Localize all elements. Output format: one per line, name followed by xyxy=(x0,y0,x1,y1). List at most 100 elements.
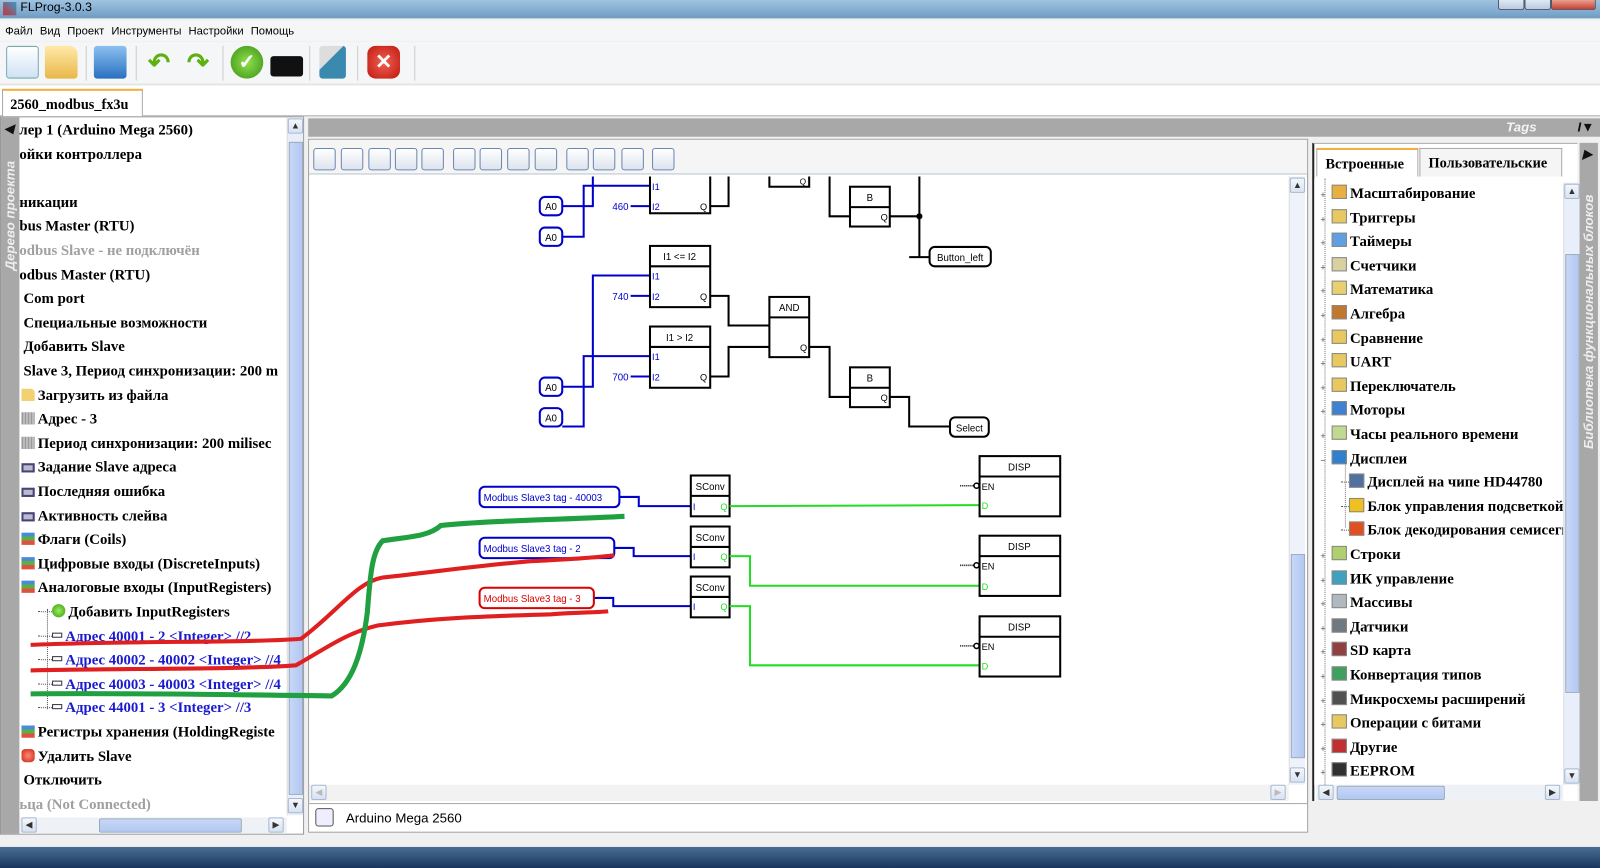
insert-block-icon[interactable] xyxy=(313,147,336,171)
tree-item[interactable]: Цифровые входы (DiscreteInputs) xyxy=(21,553,260,575)
tree-item[interactable]: odbus Slave - не подключён xyxy=(19,240,199,262)
board-right-icon[interactable] xyxy=(621,147,644,171)
delete-board-icon[interactable] xyxy=(421,147,444,171)
scroll-down-button[interactable]: ▼ xyxy=(1289,767,1306,783)
library-item[interactable]: + Алгебра xyxy=(1320,303,1405,325)
scroll-right-button[interactable]: ▶ xyxy=(1544,784,1561,800)
tree-item[interactable]: Период синхронизации: 200 milisec xyxy=(21,432,271,454)
tree-item[interactable]: Активность слейва xyxy=(21,505,167,527)
project-tree-strip[interactable]: ◀ Дерево проекта xyxy=(1,117,20,834)
scroll-thumb[interactable] xyxy=(1336,785,1445,800)
scroll-right-button[interactable]: ▶ xyxy=(1270,784,1286,800)
menu-item[interactable]: Проект xyxy=(67,26,104,38)
library-item[interactable]: + Операции с битами xyxy=(1320,712,1481,734)
undo-icon[interactable]: ↶ xyxy=(143,46,176,79)
move-down-icon[interactable] xyxy=(394,147,418,171)
project-tree-hscrollbar[interactable]: ◀ ▶ xyxy=(19,817,287,834)
library-item[interactable]: + Микросхемы расширений xyxy=(1320,688,1526,710)
delete-icon[interactable] xyxy=(534,147,558,171)
scroll-thumb[interactable] xyxy=(1290,554,1306,759)
scroll-up-button[interactable]: ▲ xyxy=(1564,183,1580,199)
tags-pin-button[interactable]: I▼ xyxy=(1578,119,1595,134)
tree-item[interactable]: Последняя ошибка xyxy=(21,481,165,503)
tree-item[interactable]: Адрес 40001 - 2 <Integer> //2 xyxy=(37,625,251,647)
tags-bar[interactable]: Tags I▼ xyxy=(308,118,1600,137)
menu-item[interactable]: Файл xyxy=(5,26,33,38)
minimize-button[interactable] xyxy=(1497,0,1525,11)
tree-item[interactable]: Удалить Slave xyxy=(21,745,132,767)
tab-builtin[interactable]: Встроенные xyxy=(1316,147,1419,177)
tree-item[interactable]: Добавить InputRegisters xyxy=(37,601,230,623)
save-icon[interactable] xyxy=(93,45,127,79)
scroll-thumb[interactable] xyxy=(1565,254,1580,693)
paste-icon[interactable] xyxy=(507,147,530,171)
stop-icon[interactable]: ✕ xyxy=(367,45,400,79)
tree-item[interactable]: Адрес 40002 - 40002 <Integer> //4 xyxy=(37,649,281,671)
scroll-thumb[interactable] xyxy=(98,818,242,833)
maximize-button[interactable] xyxy=(1524,0,1552,11)
menu-item[interactable]: Инструменты xyxy=(111,26,181,38)
diagram-canvas[interactable]: A0 A0 A0 A0 460 740 700 I1 I2 Q I1 <= I2 I1 I2 Q I1 > … xyxy=(309,176,1289,785)
library-item[interactable]: Блок управления подсветкой xyxy=(1340,496,1563,518)
collapse-arrow-icon[interactable]: ◀ xyxy=(4,121,13,135)
menu-item[interactable]: Вид xyxy=(40,26,60,38)
new-file-icon[interactable] xyxy=(6,45,39,79)
tree-item[interactable]: Регистры хранения (HoldingRegiste xyxy=(21,721,275,743)
scroll-right-button[interactable]: ▶ xyxy=(268,817,284,833)
tree-item[interactable]: Адрес - 3 xyxy=(21,408,97,430)
library-item[interactable]: + EEPROM xyxy=(1320,761,1415,783)
tree-item[interactable]: лер 1 (Arduino Mega 2560) xyxy=(19,119,193,141)
expand-arrow-icon[interactable]: ▶ xyxy=(1583,147,1592,161)
function-block-diagram[interactable]: A0A0A0A0460740700I1I2 QI1 <= I2I1I2 QI1 > … xyxy=(309,176,1289,785)
library-item[interactable]: + Массивы xyxy=(1320,592,1413,614)
upload-to-controller-icon[interactable] xyxy=(270,56,304,77)
tree-item[interactable]: Адрес 44001 - 3 <Integer> //3 xyxy=(37,697,251,719)
open-folder-icon[interactable] xyxy=(44,45,78,79)
tree-item[interactable]: Специальные возможности xyxy=(23,312,207,334)
scroll-left-button[interactable]: ◀ xyxy=(1318,784,1334,800)
library-item[interactable]: + Сравнение xyxy=(1320,327,1423,349)
canvas-hscrollbar[interactable]: ◀ ▶ xyxy=(309,784,1289,802)
project-tree-vscrollbar[interactable]: ▲ ▼ xyxy=(286,117,304,816)
tree-icon[interactable] xyxy=(652,147,675,171)
tree-item[interactable]: Аналоговые входы (InputRegisters) xyxy=(21,577,271,599)
block-library-strip[interactable]: ▶ Библиотека функциональных блоков xyxy=(1579,142,1598,802)
redo-icon[interactable]: ↷ xyxy=(182,46,215,79)
library-item[interactable]: + Конвертация типов xyxy=(1320,664,1481,686)
tree-item[interactable]: Загрузить из файла xyxy=(21,384,168,406)
tree-item[interactable]: Адрес 40003 - 40003 <Integer> //4 xyxy=(37,673,281,695)
tree-item[interactable]: odbus Master (RTU) xyxy=(19,264,150,286)
tree-item[interactable]: Slave 3, Период синхронизации: 200 m xyxy=(23,360,278,382)
scroll-down-button[interactable]: ▼ xyxy=(1564,768,1580,784)
tab-user[interactable]: Пользовательские xyxy=(1419,147,1563,177)
library-hscrollbar[interactable]: ◀ ▶ xyxy=(1316,784,1564,802)
library-item[interactable]: + Другие xyxy=(1320,737,1397,759)
scroll-up-button[interactable]: ▲ xyxy=(1289,177,1306,193)
tab-2560-modbus-fx3u[interactable]: 2560_modbus_fx3u xyxy=(2,88,143,117)
library-item[interactable]: + Масштабирование xyxy=(1320,183,1475,205)
library-item[interactable]: + Моторы xyxy=(1320,399,1405,421)
library-item[interactable]: + Часы реального времени xyxy=(1320,423,1518,445)
copy-icon[interactable] xyxy=(453,147,476,171)
board-remove-icon[interactable] xyxy=(592,147,616,171)
cut-icon[interactable] xyxy=(479,147,503,171)
board-left-icon[interactable] xyxy=(566,147,589,171)
canvas-vscrollbar[interactable]: ▲ ▼ xyxy=(1288,176,1306,785)
library-item[interactable]: + SD карта xyxy=(1320,640,1411,662)
tree-item[interactable]: ьца (Not Connected) xyxy=(19,794,150,816)
scroll-up-button[interactable]: ▲ xyxy=(287,118,304,134)
controller-icon[interactable] xyxy=(315,808,334,827)
library-item[interactable]: + Датчики xyxy=(1320,616,1408,638)
tree-item[interactable]: Задание Slave адреса xyxy=(21,457,177,479)
library-item[interactable]: + Таймеры xyxy=(1320,231,1412,253)
verify-icon[interactable]: ✓ xyxy=(230,45,264,79)
library-vscrollbar[interactable]: ▲ ▼ xyxy=(1563,182,1580,785)
insert-io-icon[interactable] xyxy=(340,147,364,171)
scroll-thumb[interactable] xyxy=(288,141,304,795)
tree-item[interactable]: Флаги (Coils) xyxy=(21,529,126,551)
library-item[interactable]: + Строки xyxy=(1320,544,1401,566)
tree-item[interactable]: Добавить Slave xyxy=(23,336,124,358)
library-item[interactable]: Блок декодирования семисегм xyxy=(1340,520,1563,542)
scroll-left-button[interactable]: ◀ xyxy=(311,784,327,800)
tree-item[interactable]: bus Master (RTU) xyxy=(19,216,134,238)
